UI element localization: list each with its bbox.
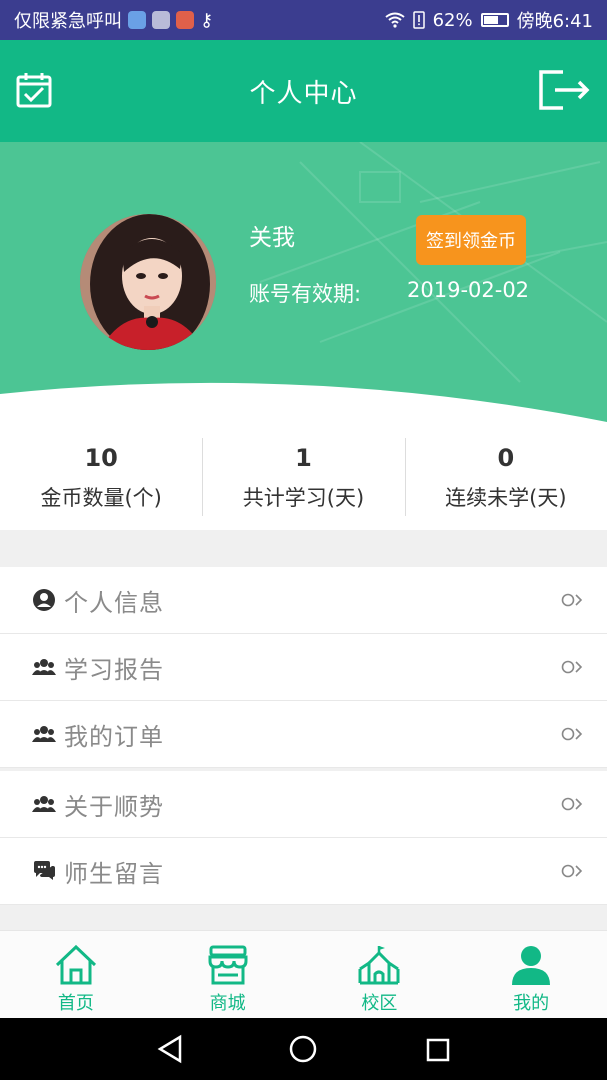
stat-label: 共计学习(天) [242, 486, 365, 510]
recent-apps-icon[interactable] [426, 1038, 450, 1062]
stat-value: 1 [295, 444, 312, 472]
menu-item-messages[interactable]: 师生留言 [0, 838, 607, 905]
carrier-text: 仅限紧急呼叫 [14, 11, 122, 32]
avatar-image [80, 214, 216, 350]
status-left: 仅限紧急呼叫 ⚷ [14, 7, 213, 33]
stat-coins: 10 金币数量(个) [0, 432, 202, 530]
tab-store[interactable]: 商城 [152, 931, 304, 1018]
menu-item-label: 个人信息 [64, 588, 164, 617]
back-icon[interactable] [156, 1034, 184, 1064]
settings-menu: 个人信息 学习报告 我的订单 关于顺势 师生留言 [0, 567, 607, 905]
avatar[interactable] [80, 214, 216, 350]
users-icon [32, 792, 56, 816]
logout-icon[interactable] [539, 70, 591, 110]
bottom-tab-bar: 首页 商城 校区 我的 [0, 930, 607, 1018]
stat-missed-days: 0 连续未学(天) [404, 432, 607, 530]
tab-home[interactable]: 首页 [0, 931, 152, 1018]
app-header: 个人中心 [0, 40, 607, 142]
status-bar: 仅限紧急呼叫 ⚷ 62% 傍晚6:41 [0, 0, 607, 40]
user-name: 关我 [249, 225, 295, 251]
menu-item-about[interactable]: 关于顺势 [0, 771, 607, 838]
stat-value: 0 [497, 444, 515, 472]
menu-item-label: 我的订单 [64, 722, 164, 751]
chevron-right-icon [561, 660, 583, 674]
stats-panel: 10 金币数量(个) 1 共计学习(天) 0 连续未学(天) [0, 432, 607, 530]
menu-item-personal-info[interactable]: 个人信息 [0, 567, 607, 634]
chevron-right-icon [561, 727, 583, 741]
menu-item-label: 关于顺势 [64, 792, 164, 821]
menu-item-study-report[interactable]: 学习报告 [0, 634, 607, 701]
chevron-right-icon [561, 864, 583, 878]
home-button-icon[interactable] [288, 1034, 318, 1064]
user-icon [512, 946, 551, 985]
wifi-icon [384, 12, 405, 28]
school-icon [358, 946, 400, 985]
chevron-right-icon [561, 797, 583, 811]
profile-banner: 关我 账号有效期: 2019-02-02 签到领金币 [0, 142, 607, 432]
tab-label: 商城 [209, 993, 246, 1014]
sign-in-coins-button[interactable]: 签到领金币 [416, 215, 526, 265]
battery-icon [480, 13, 509, 27]
battery-percent: 62% [432, 9, 473, 31]
tab-mine[interactable]: 我的 [455, 931, 607, 1018]
user-circle-icon [32, 588, 56, 612]
tab-campus[interactable]: 校区 [304, 931, 456, 1018]
chat-icon [32, 859, 56, 883]
chevron-right-icon [561, 593, 583, 607]
app-notification-icon [176, 11, 194, 29]
menu-item-label: 师生留言 [64, 859, 164, 888]
page-title: 个人中心 [249, 78, 358, 109]
stat-label: 金币数量(个) [40, 486, 162, 510]
users-icon [32, 655, 56, 679]
menu-item-label: 学习报告 [64, 655, 164, 684]
tab-label: 我的 [513, 993, 550, 1014]
users-icon [32, 722, 56, 746]
stat-total-days: 1 共计学习(天) [202, 432, 404, 530]
clock: 傍晚6:41 [516, 11, 593, 32]
expiry-value: 2019-02-02 [407, 278, 530, 302]
key-icon: ⚷ [200, 9, 214, 31]
status-right: 62% 傍晚6:41 [384, 7, 593, 33]
app-notification-icon [152, 11, 170, 29]
tab-label: 首页 [57, 993, 94, 1014]
tab-label: 校区 [361, 993, 398, 1014]
store-icon [208, 945, 248, 985]
app-notification-icon [128, 11, 146, 29]
calendar-check-icon[interactable] [16, 72, 52, 108]
menu-item-my-orders[interactable]: 我的订单 [0, 701, 607, 768]
home-icon [55, 944, 96, 985]
sim-alert-icon [412, 11, 425, 29]
stat-value: 10 [84, 444, 118, 472]
stat-label: 连续未学(天) [445, 486, 567, 510]
expiry-label: 账号有效期: [249, 282, 362, 306]
system-nav-bar [0, 1018, 607, 1080]
